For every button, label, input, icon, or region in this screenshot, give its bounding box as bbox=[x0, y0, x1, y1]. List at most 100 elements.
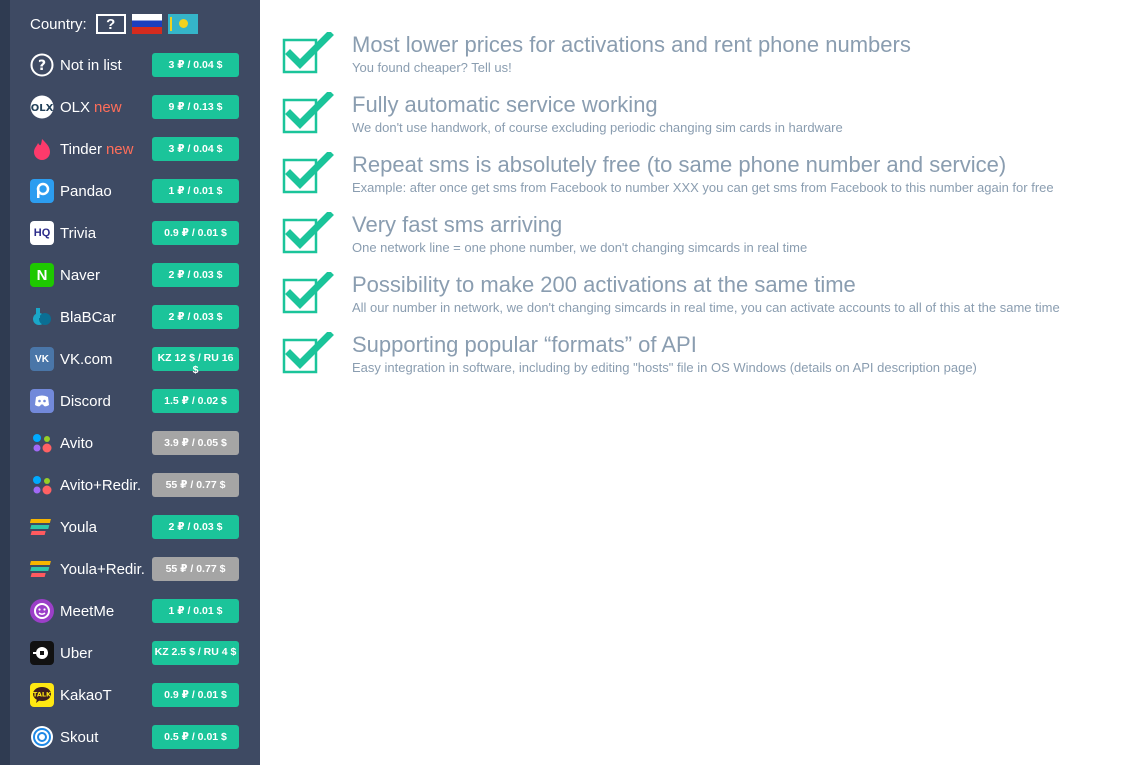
service-item-olx[interactable]: OLX OLX new 9 ₽ / 0.13 $ bbox=[30, 91, 250, 123]
avito-icon bbox=[30, 473, 54, 497]
discord-icon bbox=[30, 389, 54, 413]
service-price-button[interactable]: 3.9 ₽ / 0.05 $ bbox=[152, 431, 239, 455]
service-item-youla-redirect[interactable]: Youla+Redir. 55 ₽ / 0.77 $ bbox=[30, 553, 250, 585]
service-name: OLX bbox=[60, 98, 91, 116]
service-item-skout[interactable]: Skout 0.5 ₽ / 0.01 $ bbox=[30, 721, 250, 753]
feature-item: Repeat sms is absolutely free (to same p… bbox=[282, 152, 1122, 202]
feature-description: You found cheaper? Tell us! bbox=[352, 60, 512, 75]
blablacar-icon bbox=[30, 305, 54, 329]
service-name: KakaoT bbox=[60, 686, 112, 704]
new-badge: new bbox=[105, 140, 134, 158]
service-name: MeetMe bbox=[60, 602, 115, 620]
service-name: Tinder bbox=[60, 140, 102, 158]
feature-item: Supporting popular “formats” of API Easy… bbox=[282, 332, 1122, 382]
service-name: Youla+Redir. bbox=[60, 560, 145, 578]
feature-title: Supporting popular “formats” of API bbox=[352, 332, 697, 357]
service-item-uber[interactable]: Uber KZ 2.5 $ / RU 4 $ bbox=[30, 637, 250, 669]
service-item-avito-redirect[interactable]: Avito+Redir. 55 ₽ / 0.77 $ bbox=[30, 469, 250, 501]
service-price-button[interactable]: 3 ₽ / 0.04 $ bbox=[152, 53, 239, 77]
service-price-button[interactable]: 9 ₽ / 0.13 $ bbox=[152, 95, 239, 119]
checkmark-icon bbox=[282, 152, 334, 194]
service-price-button[interactable]: 1 ₽ / 0.01 $ bbox=[152, 599, 239, 623]
russia-flag-icon[interactable] bbox=[131, 14, 162, 34]
feature-title: Possibility to make 200 activations at t… bbox=[352, 272, 856, 297]
sidebar: Country: ? ? Not in list 3 ₽ / 0.04 $ OL… bbox=[10, 0, 260, 765]
service-name: Avito bbox=[60, 434, 94, 452]
service-name: Discord bbox=[60, 392, 111, 410]
trivia-icon: HQ bbox=[30, 221, 54, 245]
feature-description: All our number in network, we don't chan… bbox=[352, 300, 1060, 315]
service-item-blablacar[interactable]: BlaBCar 2 ₽ / 0.03 $ bbox=[30, 301, 250, 333]
naver-icon: N bbox=[30, 263, 54, 287]
service-price-button[interactable]: 1 ₽ / 0.01 $ bbox=[152, 179, 239, 203]
service-name: Uber bbox=[60, 644, 93, 662]
svg-text:TALK: TALK bbox=[33, 691, 52, 699]
sidebar-edge bbox=[0, 0, 10, 765]
service-price-button[interactable]: 55 ₽ / 0.77 $ bbox=[152, 557, 239, 581]
service-price-button[interactable]: 2 ₽ / 0.03 $ bbox=[152, 263, 239, 287]
service-item-discord[interactable]: Discord 1.5 ₽ / 0.02 $ bbox=[30, 385, 250, 417]
service-name: Skout bbox=[60, 728, 99, 746]
service-price-button[interactable]: 3 ₽ / 0.04 $ bbox=[152, 137, 239, 161]
service-name: Avito+Redir. bbox=[60, 476, 142, 494]
feature-title: Repeat sms is absolutely free (to same p… bbox=[352, 152, 1007, 177]
service-price-button[interactable]: 55 ₽ / 0.77 $ bbox=[152, 473, 239, 497]
service-item-kakaot[interactable]: TALK KakaoT 0.9 ₽ / 0.01 $ bbox=[30, 679, 250, 711]
feature-description: One network line = one phone number, we … bbox=[352, 240, 808, 255]
feature-description: We don't use handwork, of course excludi… bbox=[352, 120, 843, 135]
service-price-button[interactable]: 1.5 ₽ / 0.02 $ bbox=[152, 389, 239, 413]
pandao-icon bbox=[30, 179, 54, 203]
service-name: Pandao bbox=[60, 182, 112, 200]
feature-description: Example: after once get sms from Faceboo… bbox=[352, 180, 1054, 195]
service-price-button[interactable]: 2 ₽ / 0.03 $ bbox=[152, 305, 239, 329]
country-label: Country: bbox=[30, 15, 87, 33]
service-name: VK.com bbox=[60, 350, 113, 368]
tinder-icon bbox=[30, 137, 54, 161]
checkmark-icon bbox=[282, 92, 334, 134]
uber-icon bbox=[30, 641, 54, 665]
service-item-youla[interactable]: Youla 2 ₽ / 0.03 $ bbox=[30, 511, 250, 543]
youla-icon bbox=[30, 557, 54, 581]
kazakhstan-flag-icon[interactable] bbox=[167, 14, 198, 34]
olx-icon: OLX bbox=[30, 95, 54, 119]
feature-title: Most lower prices for activations and re… bbox=[352, 32, 911, 57]
feature-item: Most lower prices for activations and re… bbox=[282, 32, 1122, 82]
vk-icon: VK bbox=[30, 347, 54, 371]
service-item-tinder[interactable]: Tinder new 3 ₽ / 0.04 $ bbox=[30, 133, 250, 165]
feature-item: Very fast sms arriving One network line … bbox=[282, 212, 1122, 262]
service-item-not-in-list[interactable]: ? Not in list 3 ₽ / 0.04 $ bbox=[30, 49, 250, 81]
svg-text:?: ? bbox=[38, 58, 46, 74]
service-name: Youla bbox=[60, 518, 97, 536]
feature-title: Very fast sms arriving bbox=[352, 212, 563, 237]
service-price-button[interactable]: KZ 12 $ / RU 16 $ bbox=[152, 347, 239, 376]
service-item-pandao[interactable]: Pandao 1 ₽ / 0.01 $ bbox=[30, 175, 250, 207]
service-price-button[interactable]: 2 ₽ / 0.03 $ bbox=[152, 515, 239, 539]
service-item-naver[interactable]: N Naver 2 ₽ / 0.03 $ bbox=[30, 259, 250, 291]
feature-description: Easy integration in software, including … bbox=[352, 360, 977, 375]
avito-icon bbox=[30, 431, 54, 455]
service-name: Not in list bbox=[60, 56, 122, 74]
service-price-button[interactable]: 0.9 ₽ / 0.01 $ bbox=[152, 683, 239, 707]
checkmark-icon bbox=[282, 32, 334, 74]
svg-text:OLX: OLX bbox=[31, 103, 54, 114]
service-name: Trivia bbox=[60, 224, 97, 242]
service-item-meetme[interactable]: MeetMe 1 ₽ / 0.01 $ bbox=[30, 595, 250, 627]
new-badge: new bbox=[94, 98, 122, 116]
country-selector: Country: ? bbox=[30, 13, 198, 35]
checkmark-icon bbox=[282, 212, 334, 254]
skout-icon bbox=[30, 725, 54, 749]
service-item-trivia[interactable]: HQ Trivia 0.9 ₽ / 0.01 $ bbox=[30, 217, 250, 249]
feature-title: Fully automatic service working bbox=[352, 92, 658, 117]
feature-item: Fully automatic service working We don't… bbox=[282, 92, 1122, 142]
service-item-avito[interactable]: Avito 3.9 ₽ / 0.05 $ bbox=[30, 427, 250, 459]
service-price-button[interactable]: KZ 2.5 $ / RU 4 $ bbox=[152, 641, 239, 665]
service-item-vk[interactable]: VK VK.com KZ 12 $ / RU 16 $ bbox=[30, 343, 250, 376]
feature-item: Possibility to make 200 activations at t… bbox=[282, 272, 1122, 322]
service-price-button[interactable]: 0.5 ₽ / 0.01 $ bbox=[152, 725, 239, 749]
service-price-button[interactable]: 0.9 ₽ / 0.01 $ bbox=[152, 221, 239, 245]
service-name: BlaBCar bbox=[60, 308, 116, 326]
youla-icon bbox=[30, 515, 54, 539]
meetme-icon bbox=[30, 599, 54, 623]
checkmark-icon bbox=[282, 332, 334, 374]
country-unknown-flag[interactable]: ? bbox=[95, 14, 126, 34]
